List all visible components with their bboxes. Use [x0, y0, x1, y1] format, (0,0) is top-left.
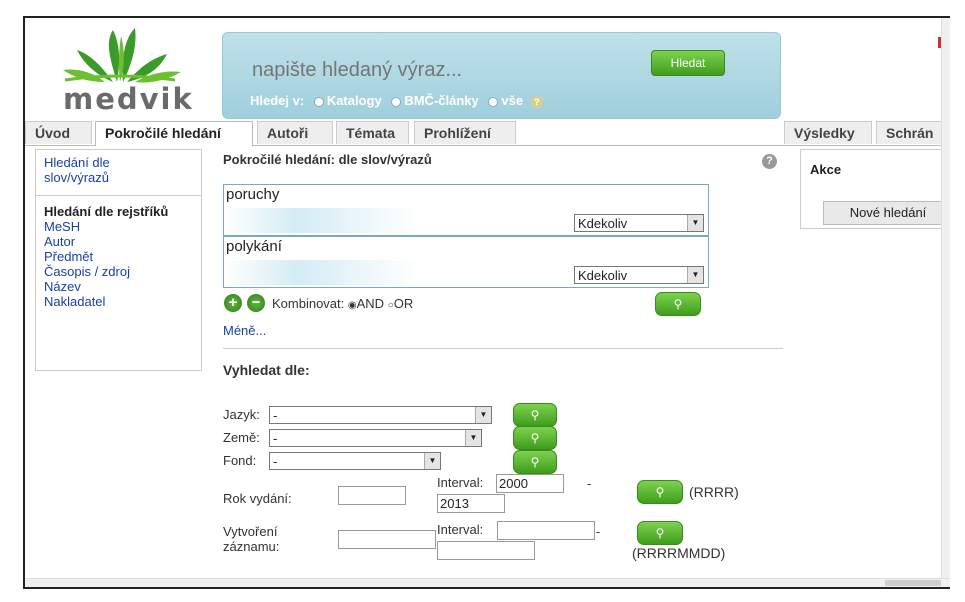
- help-icon[interactable]: ?: [762, 154, 777, 169]
- tab-authors[interactable]: Autoři: [257, 121, 333, 144]
- interval-dash: -: [587, 476, 592, 491]
- country-select[interactable]: - ▼: [269, 429, 482, 447]
- country-search-button[interactable]: ⚲: [513, 426, 557, 450]
- language-select[interactable]: - ▼: [269, 406, 492, 424]
- sidebar-link-mesh[interactable]: MeSH: [44, 219, 193, 234]
- divider: [223, 348, 783, 349]
- created-search-button[interactable]: ⚲: [637, 521, 683, 545]
- sidebar-link-journal[interactable]: Časopis / zdroj: [44, 264, 193, 279]
- sidebar-link-publisher[interactable]: Nakladatel: [44, 294, 193, 309]
- remove-term-icon[interactable]: −: [247, 294, 265, 312]
- chevron-down-icon: ▼: [424, 453, 440, 469]
- created-to-field[interactable]: [437, 541, 535, 560]
- sidebar-link-words[interactable]: Hledání dle slov/výrazů: [44, 155, 164, 185]
- sidebar-divider: [36, 195, 201, 196]
- country-select-value: -: [273, 431, 278, 446]
- language-search-button[interactable]: ⚲: [513, 403, 557, 427]
- actions-panel: Akce Nové hledání: [800, 149, 950, 229]
- sidebar-link-subject[interactable]: Předmět: [44, 249, 193, 264]
- created-dash: -: [596, 524, 601, 539]
- language-select-value: -: [273, 408, 278, 423]
- fond-select[interactable]: - ▼: [269, 452, 441, 470]
- search-term-2: polykání Kdekoliv ▼: [223, 236, 709, 288]
- scope-radio-bmc[interactable]: [391, 96, 402, 107]
- add-term-icon[interactable]: +: [224, 294, 242, 312]
- tab-results[interactable]: Výsledky: [784, 121, 872, 144]
- filter-label-country: Země:: [223, 430, 260, 445]
- sidebar-link-author[interactable]: Autor: [44, 234, 193, 249]
- search-terms-button[interactable]: ⚲: [655, 292, 701, 316]
- search-term-1: poruchy Kdekoliv ▼: [223, 184, 709, 236]
- chevron-down-icon: ▼: [465, 430, 481, 446]
- fond-search-button[interactable]: ⚲: [513, 450, 557, 474]
- combine-and[interactable]: AND: [357, 296, 384, 311]
- term-input-2[interactable]: polykání: [226, 238, 282, 255]
- sidebar: Hledání dle slov/výrazů Hledání dle rejs…: [35, 149, 202, 371]
- scope-option-vse[interactable]: vše: [501, 93, 523, 108]
- combine-row: Kombinovat: ◉AND ○OR: [272, 296, 413, 311]
- year-field[interactable]: [338, 486, 406, 505]
- year-label: Rok vydání:: [223, 491, 292, 506]
- actions-title: Akce: [810, 162, 842, 177]
- logo-text: medvik: [63, 82, 194, 116]
- tab-advanced-search[interactable]: Pokročilé hledání: [95, 121, 253, 146]
- scope-label: Hledej v:: [250, 93, 305, 108]
- created-from-field[interactable]: [497, 521, 595, 540]
- created-field[interactable]: [338, 530, 436, 549]
- vertical-scrollbar[interactable]: [941, 18, 950, 587]
- scope-radio-vse[interactable]: [488, 96, 499, 107]
- chevron-down-icon: ▼: [687, 215, 703, 231]
- leaf-icon: [63, 28, 181, 83]
- fond-select-value: -: [273, 454, 278, 469]
- less-link[interactable]: Méně...: [223, 323, 266, 338]
- medvik-logo[interactable]: medvik: [55, 24, 205, 116]
- scope-option-katalogy[interactable]: Katalogy: [327, 93, 382, 108]
- year-search-button[interactable]: ⚲: [637, 480, 683, 504]
- chevron-down-icon: ▼: [475, 407, 491, 423]
- tab-browse[interactable]: Prohlížení: [414, 121, 516, 144]
- horizontal-scrollbar[interactable]: [25, 578, 950, 587]
- tab-uvod[interactable]: Úvod: [25, 121, 92, 144]
- page-title: Pokročilé hledání: dle slov/výrazů: [223, 152, 432, 167]
- year-to-field[interactable]: 2013: [437, 494, 505, 513]
- tab-bar: Úvod Pokročilé hledání Autoři Témata Pro…: [25, 121, 950, 146]
- tab-clipboard[interactable]: Schrán: [876, 121, 950, 144]
- field-select-1-value: Kdekoliv: [578, 216, 628, 231]
- sidebar-title: Hledání dle rejstříků: [44, 204, 169, 219]
- browser-frame: medvik Hledat Hledej v: Katalogy BMČ-člá…: [23, 16, 950, 589]
- new-search-button[interactable]: Nové hledání: [823, 201, 950, 225]
- created-hint: (RRRRMMDD): [632, 545, 726, 561]
- scope-option-bmc[interactable]: BMČ-články: [404, 93, 478, 108]
- year-hint: (RRRR): [689, 484, 739, 500]
- search-input[interactable]: [250, 56, 684, 84]
- search-button[interactable]: Hledat: [651, 50, 725, 76]
- tab-topics[interactable]: Témata: [336, 121, 409, 144]
- radio-and[interactable]: ◉: [348, 300, 357, 311]
- term-input-1[interactable]: poruchy: [226, 186, 279, 203]
- field-select-2-value: Kdekoliv: [578, 268, 628, 283]
- header: medvik Hledat Hledej v: Katalogy BMČ-člá…: [25, 18, 950, 121]
- combine-or[interactable]: OR: [394, 296, 414, 311]
- filter-label-fond: Fond:: [223, 453, 257, 468]
- help-icon[interactable]: ?: [530, 95, 543, 108]
- filter-label-language: Jazyk:: [223, 407, 260, 422]
- chevron-down-icon: ▼: [687, 267, 703, 283]
- created-interval-label: Interval:: [437, 522, 484, 537]
- created-label: Vytvoření záznamu:: [223, 524, 280, 554]
- advanced-search-form: Pokročilé hledání: dle slov/výrazů ? por…: [223, 152, 788, 561]
- year-from-field[interactable]: 2000: [496, 474, 564, 493]
- search-scope: Hledej v: Katalogy BMČ-články vše ?: [250, 93, 543, 108]
- search-panel: Hledat Hledej v: Katalogy BMČ-články vše…: [222, 32, 781, 119]
- interval-label: Interval:: [437, 475, 484, 490]
- scope-radio-katalogy[interactable]: [313, 96, 324, 107]
- sidebar-link-title[interactable]: Název: [44, 279, 193, 294]
- combine-label: Kombinovat:: [272, 296, 345, 311]
- scrollbar-thumb[interactable]: [885, 580, 941, 586]
- field-select-2[interactable]: Kdekoliv ▼: [574, 266, 704, 284]
- field-select-1[interactable]: Kdekoliv ▼: [574, 214, 704, 232]
- filter-title: Vyhledat dle:: [223, 362, 310, 378]
